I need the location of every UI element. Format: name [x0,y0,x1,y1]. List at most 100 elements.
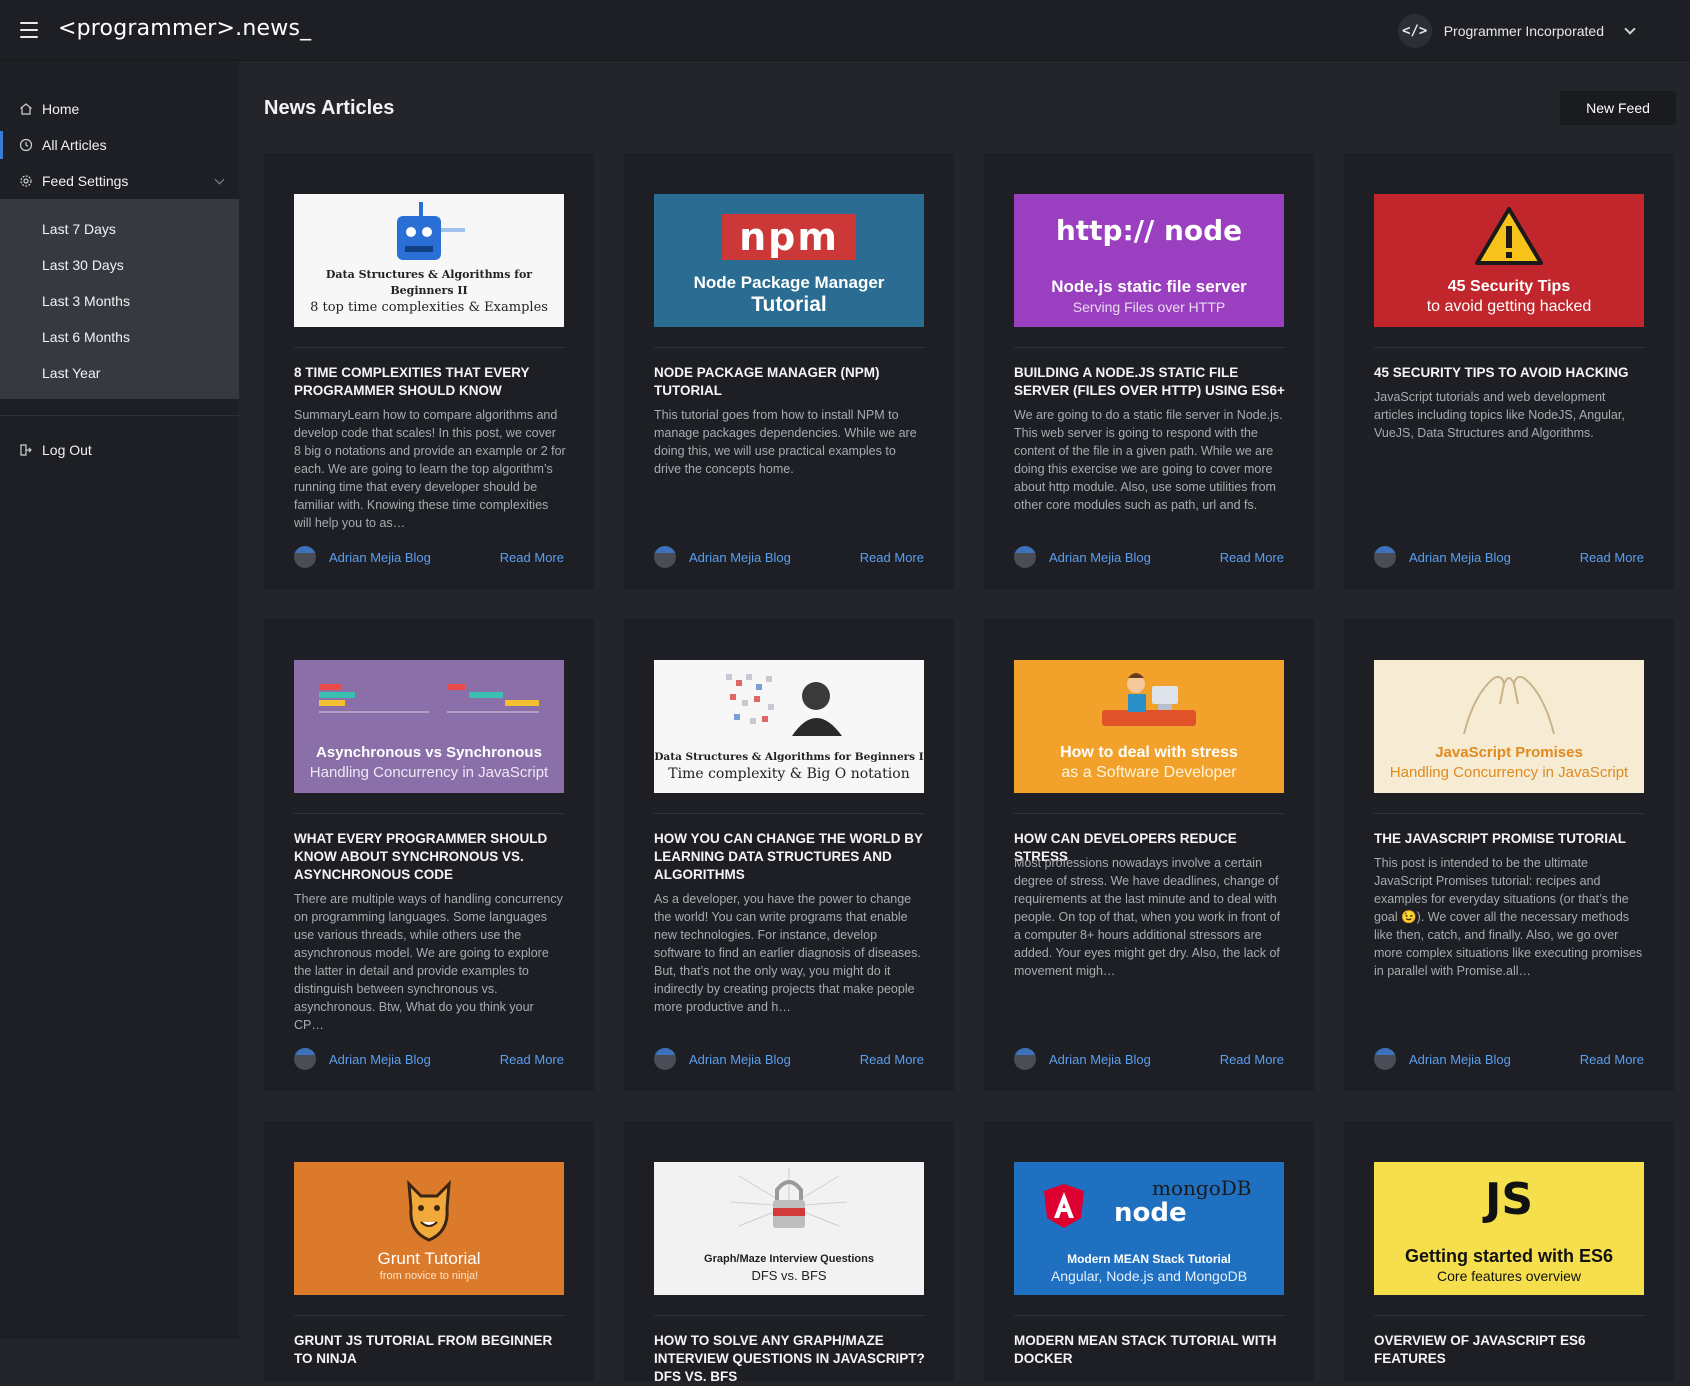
author-link[interactable]: Adrian Mejia Blog [1049,550,1151,565]
author-link[interactable]: Adrian Mejia Blog [689,550,791,565]
page-title: News Articles [264,97,395,119]
article-thumbnail[interactable]: Asynchronous vs Synchronous Handling Con… [294,660,564,793]
card-divider [1014,813,1284,814]
article-thumbnail[interactable]: Graph/Maze Interview Questions DFS vs. B… [654,1162,924,1295]
article-title[interactable]: Node Package Manager (NPM) Tutorial [654,364,926,400]
article-summary: We are going to do a static file server … [1014,408,1283,512]
card-divider [294,1315,564,1316]
article-card: npm Node Package Manager Tutorial Node P… [624,153,954,589]
read-more-link[interactable]: Read More [860,1052,924,1067]
pinky-promise-illustration [1463,675,1555,734]
article-thumbnail[interactable]: Data Structures & Algorithms for Beginne… [294,194,564,327]
article-footer: Adrian Mejia Blog Read More [1014,546,1284,568]
new-feed-button[interactable]: New Feed [1560,91,1676,125]
thumbnail-line-2: Tutorial [751,293,827,316]
read-more-link[interactable]: Read More [860,550,924,565]
article-summary: JavaScript tutorials and web development… [1374,390,1625,440]
card-divider [654,813,924,814]
card-divider [1014,347,1284,348]
sidebar-item-label: All Articles [42,137,107,153]
sidebar-divider [0,415,239,416]
author-link[interactable]: Adrian Mejia Blog [329,550,431,565]
article-title[interactable]: How you can change the world by learning… [654,830,926,884]
grunt-boar-icon [407,1180,451,1242]
article-title[interactable]: 45 Security Tips to Avoid Hacking [1374,364,1646,382]
sidebar-item-all-articles[interactable]: All Articles [0,127,239,163]
article-thumbnail[interactable]: 45 Security Tips to avoid getting hacked [1374,194,1644,327]
author-link[interactable]: Adrian Mejia Blog [1049,1052,1151,1067]
sidebar-item-label: Log Out [42,442,92,458]
article-footer: Adrian Mejia Blog Read More [294,546,564,568]
article-card: http:// node Node.js static file server … [984,153,1314,589]
submenu-item-last-year[interactable]: Last Year [0,355,239,391]
thumbnail-line-2: Angular, Node.js and MongoDB [1050,1268,1248,1284]
thumbnail-line-2: DFS vs. BFS [751,1268,827,1283]
thumbnail-line-1: Getting started with ES6 [1404,1246,1614,1266]
article-title[interactable]: Overview of JavaScript ES6 features [1374,1332,1646,1368]
article-thumbnail[interactable]: JS Getting started with ES6 Core feature… [1374,1162,1644,1295]
thumbnail-line-1: Node Package Manager [693,273,885,292]
author-avatar [1374,1048,1396,1070]
thumbnail-line-1: 45 Security Tips [1447,278,1571,295]
article-title[interactable]: 8 Time Complexities That Every Programme… [294,364,566,400]
feed-settings-submenu: Last 7 Days Last 30 Days Last 3 Months L… [0,199,239,399]
article-title[interactable]: How to solve any graph/Maze interview qu… [654,1332,926,1386]
article-thumbnail[interactable]: How to deal with stress as a Software De… [1014,660,1284,793]
submenu-item-last-3-months[interactable]: Last 3 Months [0,283,239,319]
article-summary: This tutorial goes from how to install N… [654,408,917,476]
author-avatar [1374,546,1396,568]
card-divider [1374,347,1644,348]
article-footer: Adrian Mejia Blog Read More [1374,546,1644,568]
thumbnail-line-2: as a Software Developer [1061,764,1237,781]
article-thumbnail[interactable]: Data Structures & Algorithms for Beginne… [654,660,924,793]
read-more-link[interactable]: Read More [1580,1052,1644,1067]
article-title[interactable]: Grunt JS tutorial from Beginner to Ninja [294,1332,566,1368]
article-thumbnail[interactable]: http:// node Node.js static file server … [1014,194,1284,327]
thumbnail-line-1: Asynchronous vs Synchronous [316,744,542,761]
sidebar-item-feed-settings[interactable]: Feed Settings [0,163,239,199]
sidebar-item-home[interactable]: Home [0,91,239,127]
org-switcher[interactable]: </> Programmer Incorporated [1397,14,1636,48]
article-thumbnail[interactable]: Grunt Tutorial from novice to ninja! [294,1162,564,1295]
read-more-link[interactable]: Read More [500,550,564,565]
thumbnail-line-2: Time complexity & Big O notation [668,766,910,782]
submenu-item-last-30-days[interactable]: Last 30 Days [0,247,239,283]
author-link[interactable]: Adrian Mejia Blog [689,1052,791,1067]
card-divider [294,347,564,348]
author-link[interactable]: Adrian Mejia Blog [1409,550,1511,565]
submenu-item-last-6-months[interactable]: Last 6 Months [0,319,239,355]
article-title[interactable]: The JavaScript Promise Tutorial [1374,830,1646,848]
read-more-link[interactable]: Read More [1220,550,1284,565]
article-footer: Adrian Mejia Blog Read More [1014,1048,1284,1070]
robot-illustration [397,202,465,260]
sidebar-item-logout[interactable]: Log Out [0,432,239,468]
read-more-link[interactable]: Read More [500,1052,564,1067]
article-summary: There are multiple ways of handling conc… [294,892,563,1032]
article-thumbnail[interactable]: JavaScript Promises Handling Concurrency… [1374,660,1644,793]
card-divider [294,813,564,814]
read-more-link[interactable]: Read More [1220,1052,1284,1067]
article-title[interactable]: Building a Node.js static file server (f… [1014,364,1286,400]
article-card: JavaScript Promises Handling Concurrency… [1344,619,1674,1091]
article-title[interactable]: What every programmer should know about … [294,830,566,884]
chevron-down-icon [1624,23,1636,35]
thumbnail-line-2: to avoid getting hacked [1426,298,1592,315]
author-link[interactable]: Adrian Mejia Blog [329,1052,431,1067]
author-link[interactable]: Adrian Mejia Blog [1409,1052,1511,1067]
stressed-developer-illustration [1102,673,1196,726]
article-footer: Adrian Mejia Blog Read More [654,1048,924,1070]
menu-icon[interactable] [20,22,38,38]
article-title[interactable]: Modern MEAN Stack Tutorial with Docker [1014,1332,1286,1368]
thumbnail-line-2: Core features overview [1437,1268,1581,1284]
thumbnail-line-1: Graph/Maze Interview Questions [704,1253,874,1265]
author-avatar [1014,1048,1036,1070]
author-avatar [294,1048,316,1070]
app-logo[interactable]: <programmer>.news_ [58,16,311,41]
read-more-link[interactable]: Read More [1580,550,1644,565]
article-summary: SummaryLearn how to compare algorithms a… [294,408,566,530]
article-thumbnail[interactable]: mongoDB node Modern MEAN Stack Tutorial … [1014,1162,1284,1295]
card-divider [654,347,924,348]
article-thumbnail[interactable]: npm Node Package Manager Tutorial [654,194,924,327]
article-summary: Most professions nowadays involve a cert… [1014,856,1281,978]
submenu-item-last-7-days[interactable]: Last 7 Days [0,211,239,247]
